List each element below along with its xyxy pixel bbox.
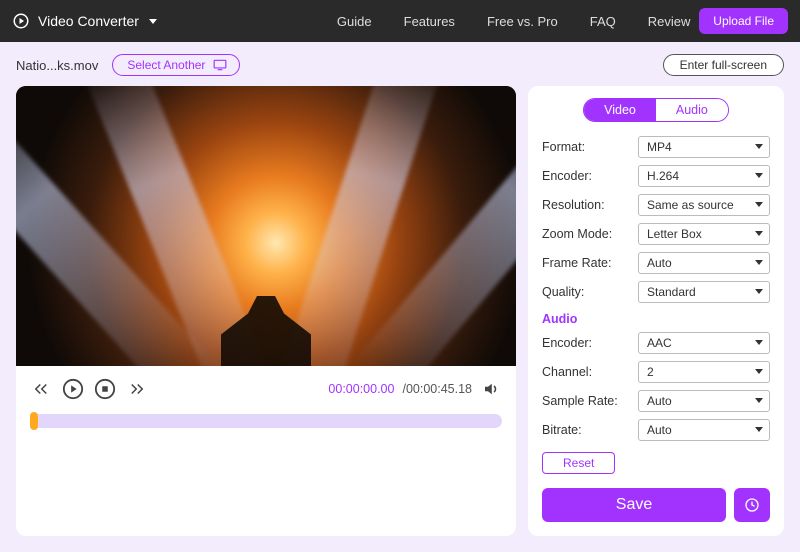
time-current: 00:00:00.00 (328, 382, 394, 396)
label-zoom-mode: Zoom Mode: (542, 227, 638, 241)
nav-review[interactable]: Review (648, 14, 691, 29)
label-channel: Channel: (542, 365, 638, 379)
label-video-encoder: Encoder: (542, 169, 638, 183)
step-back-icon (32, 380, 50, 398)
label-sample-rate: Sample Rate: (542, 394, 638, 408)
caret-down-icon (755, 340, 763, 345)
nav-freepro[interactable]: Free vs. Pro (487, 14, 558, 29)
step-forward-button[interactable] (126, 378, 148, 400)
seek-bar[interactable] (16, 408, 516, 428)
select-another-button[interactable]: Select Another (112, 54, 240, 76)
monitor-icon (213, 59, 227, 71)
tab-audio[interactable]: Audio (656, 99, 728, 121)
label-quality: Quality: (542, 285, 638, 299)
main-area: 00:00:00.00/00:00:45.18 Video Audio Form… (0, 86, 800, 552)
label-format: Format: (542, 140, 638, 154)
caret-down-icon (755, 202, 763, 207)
reset-button[interactable]: Reset (542, 452, 615, 474)
caret-down-icon (755, 231, 763, 236)
stop-button[interactable] (94, 378, 116, 400)
nav-guide[interactable]: Guide (337, 14, 372, 29)
select-format[interactable]: MP4 (638, 136, 770, 158)
time-display: 00:00:00.00/00:00:45.18 (328, 378, 502, 400)
brand-title: Video Converter (38, 13, 139, 29)
caret-down-icon (755, 173, 763, 178)
caret-down-icon (149, 19, 157, 24)
subheader: Natio...ks.mov Select Another Enter full… (0, 42, 800, 86)
caret-down-icon (755, 369, 763, 374)
select-video-encoder[interactable]: H.264 (638, 165, 770, 187)
enter-fullscreen-button[interactable]: Enter full-screen (663, 54, 784, 76)
select-frame-rate[interactable]: Auto (638, 252, 770, 274)
select-resolution[interactable]: Same as source (638, 194, 770, 216)
select-another-label: Select Another (127, 58, 205, 72)
caret-down-icon (755, 260, 763, 265)
schedule-button[interactable] (734, 488, 770, 522)
caret-down-icon (755, 427, 763, 432)
clock-icon (744, 497, 760, 513)
save-button[interactable]: Save (542, 488, 726, 522)
step-back-button[interactable] (30, 378, 52, 400)
settings-tabs: Video Audio (583, 98, 729, 122)
seek-track (30, 414, 502, 428)
select-channel[interactable]: 2 (638, 361, 770, 383)
label-audio-encoder: Encoder: (542, 336, 638, 350)
stop-icon (94, 378, 116, 400)
brand[interactable]: Video Converter (12, 12, 157, 30)
nav-faq[interactable]: FAQ (590, 14, 616, 29)
label-frame-rate: Frame Rate: (542, 256, 638, 270)
time-duration: 00:00:45.18 (406, 382, 472, 396)
audio-section-heading: Audio (542, 312, 770, 326)
play-button[interactable] (62, 378, 84, 400)
video-preview[interactable] (16, 86, 516, 366)
caret-down-icon (755, 289, 763, 294)
seek-thumb[interactable] (30, 412, 38, 430)
upload-file-button[interactable]: Upload File (699, 8, 788, 34)
play-icon (62, 378, 84, 400)
current-filename: Natio...ks.mov (16, 58, 98, 73)
volume-icon (482, 380, 500, 398)
caret-down-icon (755, 398, 763, 403)
select-audio-encoder[interactable]: AAC (638, 332, 770, 354)
select-quality[interactable]: Standard (638, 281, 770, 303)
tab-video[interactable]: Video (584, 99, 656, 121)
volume-button[interactable] (480, 378, 502, 400)
select-zoom-mode[interactable]: Letter Box (638, 223, 770, 245)
player-controls: 00:00:00.00/00:00:45.18 (16, 366, 516, 408)
select-sample-rate[interactable]: Auto (638, 390, 770, 412)
label-bitrate: Bitrate: (542, 423, 638, 437)
select-bitrate[interactable]: Auto (638, 419, 770, 441)
step-forward-icon (128, 380, 146, 398)
caret-down-icon (755, 144, 763, 149)
brand-logo-icon (12, 12, 30, 30)
player-panel: 00:00:00.00/00:00:45.18 (16, 86, 516, 536)
label-resolution: Resolution: (542, 198, 638, 212)
nav-features[interactable]: Features (404, 14, 455, 29)
app-header: Video Converter Guide Features Free vs. … (0, 0, 800, 42)
settings-panel: Video Audio Format:MP4 Encoder:H.264 Res… (528, 86, 784, 536)
top-nav: Guide Features Free vs. Pro FAQ Review (337, 14, 690, 29)
